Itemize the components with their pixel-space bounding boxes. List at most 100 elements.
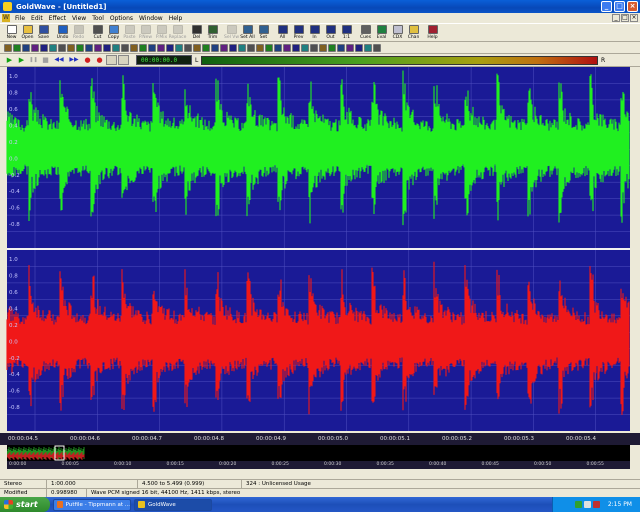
toolbar-open-button[interactable]: Open [20,24,35,42]
toolbar-undo-button[interactable]: Undo [55,24,70,42]
pop-click-icon[interactable] [274,43,282,52]
spectrum-filter-icon[interactable] [292,43,300,52]
toolbar-set-button[interactable]: Set [256,24,271,42]
fade-in-icon[interactable] [148,43,156,52]
parametric-eq-icon[interactable] [301,43,309,52]
toolbar-sel-vw-button[interactable]: Sel Vw [224,24,239,42]
waveform-canvas[interactable]: 1.0 0.8 0.6 0.4 0.2 0.0 -0.2 -0.4 -0.6 -0.8 1.0 0.8… [0,67,640,433]
mdi-close-button[interactable]: × [630,14,638,22]
record-icon[interactable]: ● [82,55,93,65]
equalizer-icon[interactable] [13,43,21,52]
menu-effect[interactable]: Effect [46,15,69,22]
echo-icon[interactable] [4,43,12,52]
toolbar-cues-button[interactable]: Cues [358,24,373,42]
dynamics-icon[interactable] [40,43,48,52]
menu-view[interactable]: View [69,15,89,22]
noise-icon[interactable] [58,43,66,52]
network-icon[interactable] [574,501,582,508]
start-button[interactable]: start [0,497,50,512]
volume-tray-icon[interactable] [583,501,591,508]
mdi-minimize-button[interactable]: _ [612,14,620,22]
toolbar-copy-button[interactable]: Copy [106,24,121,42]
overview-waveform[interactable] [7,445,630,461]
pan-icon[interactable] [202,43,210,52]
menu-help[interactable]: Help [166,15,186,22]
shape-icon[interactable] [355,43,363,52]
mono-icon[interactable] [220,43,228,52]
stereo-icon[interactable] [211,43,219,52]
wave-icon[interactable] [364,43,372,52]
graph-icon[interactable] [346,43,354,52]
playback-rate-icon[interactable] [85,43,93,52]
reverse-icon[interactable] [103,43,111,52]
close-button[interactable]: × [627,1,638,12]
stop-icon[interactable]: ■ [40,55,51,65]
maximize-button[interactable]: □ [614,1,625,12]
toolbar-new-button[interactable]: New [4,24,19,42]
change-volume-icon[interactable] [193,43,201,52]
toolbar-paste-button[interactable]: Paste [122,24,137,42]
taskbar-item-goldwave[interactable]: GoldWave [134,498,212,511]
toolbar-chan-button[interactable]: Chan [406,24,421,42]
interpolate-icon[interactable] [373,43,381,52]
menu-options[interactable]: Options [107,15,136,22]
toolbar-prev-button[interactable]: Prev [291,24,306,42]
play-icon[interactable]: ▶ [4,55,15,65]
silence-icon[interactable] [247,43,255,52]
match-volume-icon[interactable] [184,43,192,52]
record-selection-icon[interactable]: ● [94,55,105,65]
security-icon[interactable] [592,501,600,508]
toolbar-replace-button[interactable]: Replace [169,24,186,42]
overview-canvas[interactable] [7,445,630,461]
doppler-icon[interactable] [238,43,246,52]
offset-icon[interactable] [67,43,75,52]
title-bar[interactable]: GoldWave - [Untitled1] _ □ × [0,0,640,13]
fast-forward-icon[interactable]: ▶▶ [67,55,81,65]
toolbar-all-button[interactable]: All [275,24,290,42]
timeline-ruler[interactable]: 00:00:04.5 00:00:04.6 00:00:04.7 00:00:04.8… [0,433,640,445]
menu-window[interactable]: Window [136,15,166,22]
menu-edit[interactable]: Edit [28,15,46,22]
toolbar-save-button[interactable]: Save [36,24,51,42]
toolbar-help-button[interactable]: Help [425,24,440,42]
document-menu-icon[interactable]: W [2,14,10,22]
invert-icon[interactable] [130,43,138,52]
reverb-icon[interactable] [94,43,102,52]
toolbar-del-button[interactable]: Del [189,24,204,42]
taskbar-item-putfile[interactable]: Putfile - Tippmann at ... [53,498,131,511]
toolbar-cut-button[interactable]: Cut [90,24,105,42]
smoother-icon[interactable] [283,43,291,52]
mdi-maximize-button[interactable]: □ [621,14,629,22]
fade-out-icon[interactable] [157,43,165,52]
rewind-icon[interactable]: ◀◀ [52,55,66,65]
minimize-button[interactable]: _ [601,1,612,12]
lowpass-icon[interactable] [319,43,327,52]
device-controls-icon[interactable] [118,55,129,65]
pause-icon[interactable]: ❚❚ [28,55,39,65]
goldwave-app-icon[interactable] [3,2,12,11]
mechanize-icon[interactable] [49,43,57,52]
resample-icon[interactable] [121,43,129,52]
pitch-icon[interactable] [76,43,84,52]
filter-icon[interactable] [31,43,39,52]
volume-icon[interactable] [139,43,147,52]
toolbar-eval-button[interactable]: Eval [374,24,389,42]
play-selection-icon[interactable]: ▶ [16,55,27,65]
properties-icon[interactable] [106,55,117,65]
compressor-icon[interactable] [256,43,264,52]
volume-shape-icon[interactable] [166,43,174,52]
flanger-icon[interactable] [22,43,30,52]
toolbar-1-1-button[interactable]: 1:1 [339,24,354,42]
toolbar-redo-button[interactable]: Redo [71,24,86,42]
waveform-area[interactable]: 1.0 0.8 0.6 0.4 0.2 0.0 -0.2 -0.4 -0.6 -0.8 1.0 0.8… [0,67,640,433]
menu-tool[interactable]: Tool [89,15,107,22]
toolbar-out-button[interactable]: Out [323,24,338,42]
time-warp-icon[interactable] [112,43,120,52]
bandpass-icon[interactable] [310,43,318,52]
toolbar-cdx-button[interactable]: CDX [390,24,405,42]
toolbar-p-mix-button[interactable]: P.Mix [154,24,169,42]
toolbar-set-all-button[interactable]: Set All [240,24,255,42]
toolbar-in-button[interactable]: In [307,24,322,42]
highpass-icon[interactable] [328,43,336,52]
channel-mixer-icon[interactable] [229,43,237,52]
